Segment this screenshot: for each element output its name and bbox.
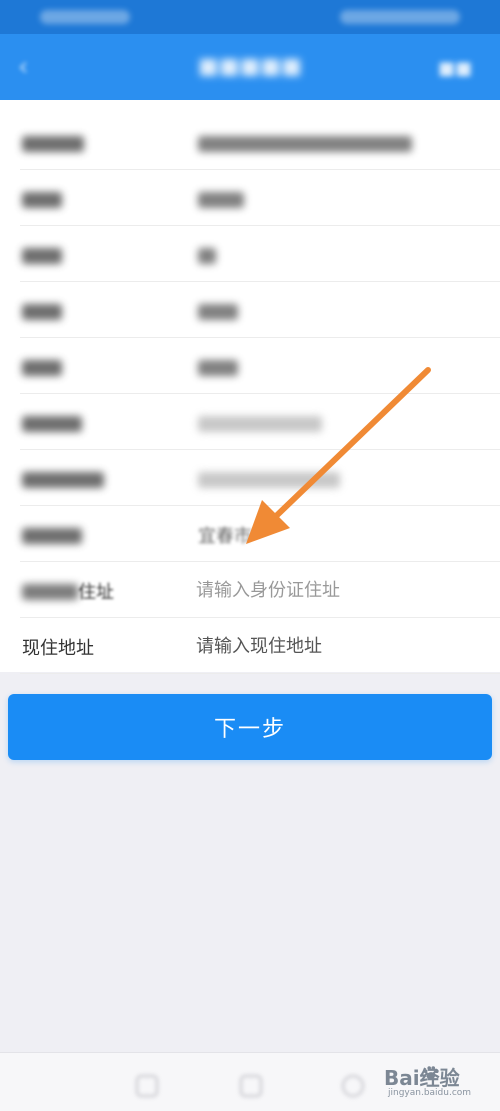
form-row-value xyxy=(198,248,216,264)
form-row-label xyxy=(22,472,104,488)
form-row-value xyxy=(198,472,340,488)
current-address-input[interactable] xyxy=(196,628,476,664)
form-row-label xyxy=(22,136,84,152)
form-row xyxy=(0,450,500,506)
baidu-jingyan-watermark: Bai经验 jingyan.baidu.com xyxy=(384,1058,494,1108)
status-bar-right-info xyxy=(340,10,460,24)
page-title: ■■■■■ xyxy=(198,54,302,79)
info-form: 宜春市 住址 现住地址 xyxy=(0,100,500,674)
form-row-city[interactable]: 宜春市 xyxy=(0,506,500,562)
form-row-value xyxy=(198,192,244,208)
paw-icon xyxy=(423,1066,439,1080)
status-bar-left-info xyxy=(40,10,130,24)
city-value: 宜春市 xyxy=(198,526,252,547)
nav-action-button[interactable]: ■■ xyxy=(438,58,472,79)
tab-profile-icon[interactable] xyxy=(342,1075,364,1097)
form-row xyxy=(0,394,500,450)
form-row-label xyxy=(22,248,62,264)
form-row-value xyxy=(198,416,322,432)
form-row xyxy=(0,226,500,282)
form-row-id-address: 住址 xyxy=(0,562,500,618)
form-row-label xyxy=(22,416,82,432)
form-row-label xyxy=(22,304,62,320)
id-address-input[interactable] xyxy=(196,572,476,608)
form-row-label xyxy=(22,360,62,376)
form-row xyxy=(0,282,500,338)
form-row-current-address: 现住地址 xyxy=(0,618,500,674)
current-address-label: 现住地址 xyxy=(22,638,94,659)
form-row xyxy=(0,114,500,170)
next-step-button[interactable]: 下一步 xyxy=(8,694,492,760)
form-row xyxy=(0,338,500,394)
status-bar xyxy=(0,0,500,34)
form-row-value xyxy=(198,360,238,376)
form-row-value xyxy=(198,304,238,320)
form-row-label xyxy=(22,528,82,544)
id-address-label: 住址 xyxy=(78,582,114,603)
tab-home-icon[interactable] xyxy=(136,1075,158,1097)
watermark-url: jingyan.baidu.com xyxy=(388,1088,472,1098)
form-row xyxy=(0,170,500,226)
row-divider xyxy=(20,673,500,674)
form-row-label xyxy=(22,192,62,208)
form-row-label-prefix xyxy=(22,584,78,600)
form-row-value xyxy=(198,136,412,152)
nav-bar: ‹ ■■■■■ ■■ xyxy=(0,34,500,100)
tab-list-icon[interactable] xyxy=(240,1075,262,1097)
